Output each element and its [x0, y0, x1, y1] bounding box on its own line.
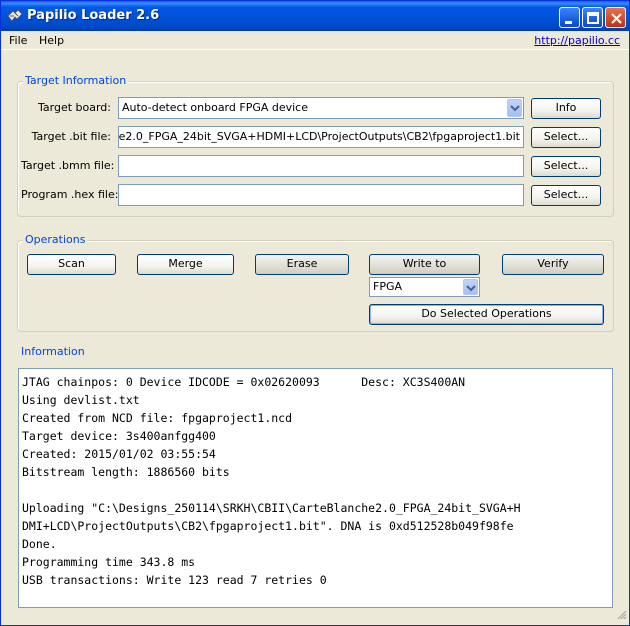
- target-information-title: Target Information: [23, 74, 129, 87]
- title-bar[interactable]: Papilio Loader 2.6: [1, 1, 629, 31]
- target-bit-label: Target .bit file:: [31, 130, 111, 143]
- program-hex-label: Program .hex file:: [21, 188, 119, 201]
- do-selected-operations-button[interactable]: Do Selected Operations: [369, 304, 604, 325]
- target-board-value: Auto-detect onboard FPGA device: [122, 101, 309, 114]
- menu-bar: File Help http://papilio.cc: [1, 31, 629, 50]
- verify-toggle[interactable]: Verify: [502, 254, 604, 275]
- maximize-icon: [587, 12, 599, 24]
- log-line: Bitstream length: 1886560 bits: [22, 465, 230, 479]
- target-bmm-label: Target .bmm file:: [21, 159, 115, 172]
- information-title: Information: [19, 345, 87, 358]
- select-bit-button[interactable]: Select...: [531, 127, 601, 148]
- log-line: Done.: [22, 537, 57, 551]
- log-line: USB transactions: Write 123 read 7 retri…: [22, 573, 327, 587]
- log-line: Uploading "C:\Designs_250114\SRKH\CBII\C…: [22, 501, 521, 515]
- log-line: Programming time 343.8 ms: [22, 555, 196, 569]
- target-bit-value: C:\Designs_250114\SRKH\CBII\CarteBlanche…: [118, 130, 520, 143]
- app-icon: [7, 9, 23, 23]
- information-log[interactable]: JTAG chainpos: 0 Device IDCODE = 0x02620…: [18, 368, 613, 608]
- erase-toggle[interactable]: Erase: [255, 254, 349, 275]
- select-bmm-button[interactable]: Select...: [531, 156, 601, 177]
- close-icon: [611, 13, 622, 24]
- merge-button[interactable]: Merge: [137, 254, 234, 275]
- target-bmm-input[interactable]: [118, 155, 524, 177]
- write-to-toggle[interactable]: Write to: [369, 254, 480, 275]
- log-line: Created: 2015/01/02 03:55:54: [22, 447, 216, 461]
- write-target-select[interactable]: FPGA: [369, 277, 480, 297]
- resize-grip-icon[interactable]: [615, 608, 627, 623]
- program-hex-input[interactable]: [118, 184, 524, 206]
- target-bit-input[interactable]: C:\Designs_250114\SRKH\CBII\CarteBlanche…: [118, 126, 524, 148]
- info-button[interactable]: Info: [531, 98, 601, 119]
- scan-button[interactable]: Scan: [27, 254, 116, 275]
- log-line: JTAG chainpos: 0 Device IDCODE = 0x02620…: [22, 375, 466, 389]
- select-hex-button[interactable]: Select...: [531, 185, 601, 206]
- menu-help[interactable]: Help: [39, 34, 64, 47]
- maximize-button[interactable]: [582, 7, 603, 28]
- website-link[interactable]: http://papilio.cc: [534, 34, 620, 47]
- log-line: Using devlist.txt: [22, 393, 140, 407]
- window-title: Papilio Loader 2.6: [27, 8, 160, 23]
- operations-title: Operations: [23, 233, 88, 246]
- log-line: DMI+LCD\ProjectOutputs\CB2\fpgaproject1.…: [22, 519, 514, 533]
- app-window: Papilio Loader 2.6 File Help http://papi…: [0, 0, 630, 626]
- close-button[interactable]: [605, 7, 626, 28]
- log-line: Created from NCD file: fpgaproject1.ncd: [22, 411, 293, 425]
- target-board-label: Target board:: [38, 101, 111, 114]
- minimize-icon: [565, 21, 572, 24]
- target-board-select[interactable]: Auto-detect onboard FPGA device: [118, 97, 524, 119]
- dropdown-arrow-icon[interactable]: [507, 99, 522, 117]
- menu-file[interactable]: File: [9, 34, 27, 47]
- dropdown-arrow-icon[interactable]: [463, 279, 478, 295]
- write-target-value: FPGA: [373, 280, 403, 293]
- log-line: Target device: 3s400anfgg400: [22, 429, 216, 443]
- minimize-button[interactable]: [559, 7, 580, 28]
